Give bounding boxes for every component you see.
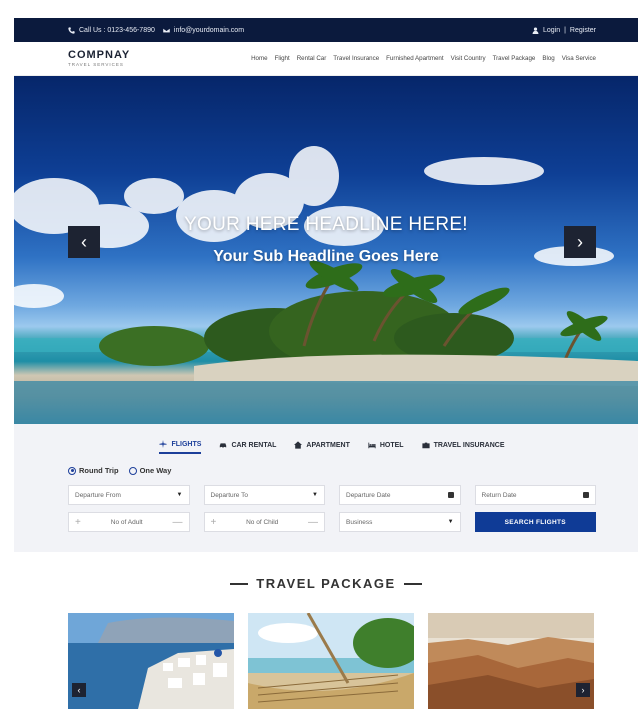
class-select[interactable]: Business ▼ [339, 512, 461, 532]
login-link[interactable]: Login [543, 27, 560, 34]
return-date-input[interactable]: Return Date [474, 485, 596, 505]
calendar-icon [583, 492, 589, 498]
nav-home[interactable]: Home [251, 55, 268, 62]
home-icon [294, 441, 303, 449]
logo[interactable]: COMPNAY TRAVEL SERVICES [68, 48, 131, 68]
top-bar: Call Us : 0123-456-7890 info@yourdomain.… [14, 18, 638, 42]
chevron-left-icon: ‹ [77, 685, 81, 695]
hero-subheadline: Your Sub Headline Goes Here [213, 248, 439, 265]
page: Call Us : 0123-456-7890 info@yourdomain.… [14, 18, 638, 710]
nav-visa-service[interactable]: Visa Service [562, 55, 596, 62]
auth-links: Login | Register [532, 27, 596, 34]
chevron-right-icon: › [581, 685, 585, 695]
search-row-1: Departure From ▼ Departure To ▼ Departur… [68, 485, 596, 505]
phone-text: Call Us : 0123-456-7890 [79, 26, 155, 34]
tab-apartment[interactable]: APARTMENT [294, 437, 350, 453]
travel-package-section: TRAVEL PACKAGE ‹ › [14, 552, 638, 709]
booking-search: FLIGHTS CAR RENTAL APARTMENT HOTEL TRAVE… [14, 424, 638, 552]
hero-headline: YOUR HERE HEADLINE HERE! [184, 214, 468, 235]
chevron-left-icon: ‹ [81, 231, 87, 252]
phone-icon [68, 26, 75, 34]
package-carousel: ‹ › [68, 613, 596, 709]
tab-car-rental[interactable]: CAR RENTAL [219, 437, 276, 453]
package-card-santorini[interactable]: ‹ [68, 613, 234, 709]
tab-flights[interactable]: FLIGHTS [159, 436, 202, 454]
phone-contact[interactable]: Call Us : 0123-456-7890 [68, 27, 155, 34]
package-card-hammock[interactable] [248, 613, 414, 709]
nav-rental-car[interactable]: Rental Car [297, 55, 327, 62]
trip-type-group: Round Trip One Way [68, 466, 596, 475]
caret-down-icon: ▼ [447, 519, 454, 525]
plane-icon [159, 440, 168, 448]
departure-to-select[interactable]: Departure To ▼ [203, 485, 325, 505]
departure-date-input[interactable]: Departure Date [339, 485, 461, 505]
nav-visit-country[interactable]: Visit Country [451, 55, 486, 62]
envelope-icon [162, 27, 170, 33]
radio-checked-icon [68, 466, 76, 475]
search-row-2: + No of Adult — + No of Child — Business… [68, 512, 596, 532]
booking-tabs: FLIGHTS CAR RENTAL APARTMENT HOTEL TRAVE… [68, 434, 596, 456]
title-dash-right [403, 582, 422, 585]
caret-down-icon: ▼ [312, 492, 318, 498]
departure-from-select[interactable]: Departure From ▼ [68, 485, 190, 505]
email-text: info@yourdomain.com [173, 26, 245, 34]
nav-blog[interactable]: Blog [542, 55, 554, 62]
minus-icon[interactable]: — [173, 517, 183, 528]
hero-prev-button[interactable]: ‹ [68, 226, 100, 258]
minus-icon[interactable]: — [308, 517, 318, 528]
round-trip-radio[interactable]: Round Trip [68, 466, 119, 475]
adults-stepper: + No of Adult — [68, 512, 190, 532]
auth-separator: | [564, 26, 566, 34]
package-card-canyon[interactable]: › [428, 613, 594, 709]
tab-travel-insurance[interactable]: TRAVEL INSURANCE [421, 437, 505, 453]
radio-unchecked-icon [128, 466, 137, 475]
email-contact[interactable]: info@yourdomain.com [162, 26, 245, 34]
search-flights-button[interactable]: SEARCH FLIGHTS [474, 512, 596, 532]
children-stepper: + No of Child — [203, 512, 326, 532]
logo-tagline: TRAVEL SERVICES [68, 61, 124, 67]
package-next-button[interactable]: › [576, 683, 590, 697]
nav-travel-package[interactable]: Travel Package [493, 55, 536, 62]
plus-icon[interactable]: + [75, 517, 81, 528]
bed-icon [368, 442, 376, 449]
hammock-beach-image [248, 613, 414, 709]
nav-furnished-apartment[interactable]: Furnished Apartment [386, 55, 443, 62]
hero-next-button[interactable]: › [564, 226, 596, 258]
caret-down-icon: ▼ [176, 492, 183, 498]
nav-flight[interactable]: Flight [275, 55, 290, 62]
section-title: TRAVEL PACKAGE [14, 576, 638, 591]
user-icon [532, 26, 539, 34]
package-prev-button[interactable]: ‹ [72, 683, 86, 697]
calendar-icon [447, 492, 454, 498]
hero-slider: YOUR HERE HEADLINE HERE! Your Sub Headli… [14, 76, 638, 424]
tab-hotel[interactable]: HOTEL [368, 437, 404, 453]
plus-icon[interactable]: + [211, 517, 217, 528]
site-header: COMPNAY TRAVEL SERVICES Home Flight Rent… [14, 42, 638, 76]
logo-name: COMPNAY [68, 48, 131, 61]
grand-canyon-image [428, 613, 594, 709]
nav-travel-insurance[interactable]: Travel Insurance [333, 55, 379, 62]
santorini-image [68, 613, 234, 709]
register-link[interactable]: Register [570, 27, 596, 34]
car-icon [220, 443, 227, 449]
one-way-radio[interactable]: One Way [128, 466, 171, 475]
briefcase-icon [421, 442, 430, 449]
chevron-right-icon: › [577, 231, 583, 252]
title-dash-left [230, 582, 249, 585]
main-nav: Home Flight Rental Car Travel Insurance … [251, 55, 596, 62]
